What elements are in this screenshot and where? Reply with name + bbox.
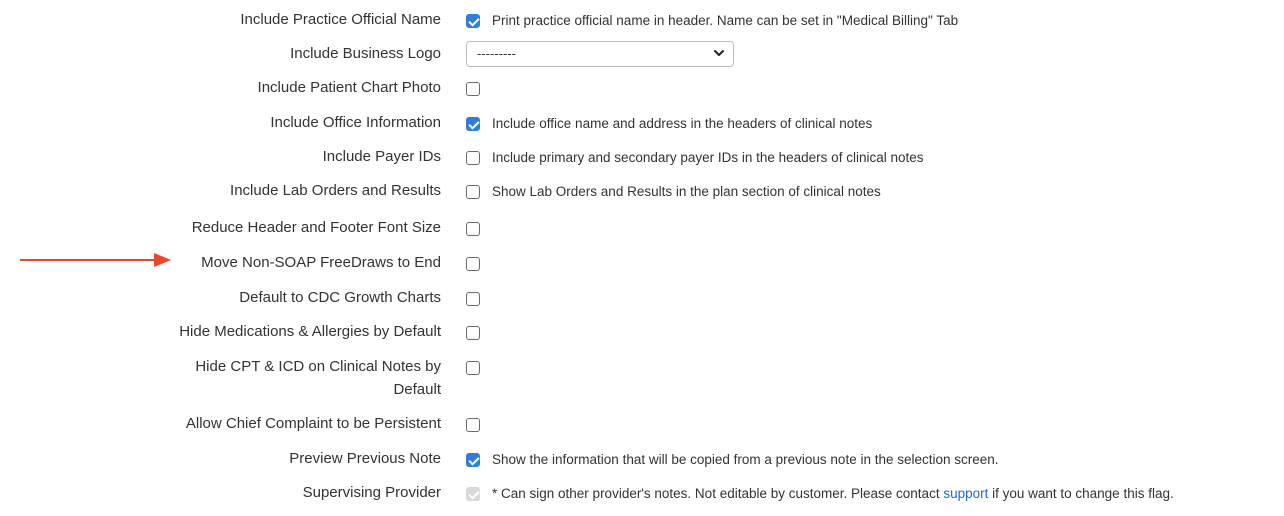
checkbox-allow-chief-complaint-persistent[interactable] [466, 418, 480, 432]
setting-help-text: Show Lab Orders and Results in the plan … [492, 184, 881, 199]
checkbox-preview-previous-note[interactable] [466, 453, 480, 467]
checkbox-include-payer-ids[interactable] [466, 151, 480, 165]
setting-label: Hide Medications & Allergies by Default [179, 323, 441, 340]
checkbox-include-lab-orders-results[interactable] [466, 185, 480, 199]
setting-label: Include Patient Chart Photo [257, 79, 441, 96]
chevron-down-icon [714, 50, 724, 56]
setting-label: Reduce Header and Footer Font Size [191, 219, 441, 236]
checkbox-include-office-information[interactable] [466, 117, 480, 131]
setting-control: Show Lab Orders and Results in the plan … [466, 183, 881, 201]
setting-label: Hide CPT & ICD on Clinical Notes by Defa… [141, 355, 441, 401]
setting-label: Include Payer IDs [322, 148, 441, 165]
setting-control [466, 359, 480, 377]
setting-control: * Can sign other provider's notes. Not e… [466, 485, 1174, 503]
setting-control: Include office name and address in the h… [466, 115, 872, 133]
setting-label: Default to CDC Growth Charts [239, 289, 441, 306]
select-value: --------- [477, 46, 516, 61]
setting-label: Preview Previous Note [289, 450, 441, 467]
setting-control [466, 324, 480, 342]
setting-control [466, 255, 480, 273]
setting-control [466, 290, 480, 308]
checkbox-hide-cpt-icd[interactable] [466, 361, 480, 375]
setting-control: Show the information that will be copied… [466, 451, 999, 469]
setting-help-text: Include office name and address in the h… [492, 116, 873, 131]
setting-label: Allow Chief Complaint to be Persistent [185, 415, 441, 432]
setting-help-text: Print practice official name in header. … [492, 13, 959, 28]
setting-help-text: Include primary and secondary payer IDs … [492, 150, 924, 165]
red-arrow-icon [20, 253, 171, 267]
setting-label-line: Default [393, 381, 441, 398]
business-logo-select[interactable]: --------- [466, 41, 734, 67]
checkbox-include-practice-official-name[interactable] [466, 14, 480, 28]
setting-label: Include Office Information [270, 114, 441, 131]
help-text-after: if you want to change this flag. [988, 486, 1174, 501]
setting-label: Include Business Logo [290, 45, 441, 62]
checkbox-move-non-soap-freedraws[interactable] [466, 257, 480, 271]
checkbox-reduce-header-footer-font-size[interactable] [466, 222, 480, 236]
note-settings-form: Include Practice Official Name Print pra… [0, 0, 1284, 516]
setting-label: Include Lab Orders and Results [230, 182, 441, 199]
setting-control [466, 416, 480, 434]
setting-label: Supervising Provider [302, 484, 441, 501]
checkbox-hide-medications-allergies[interactable] [466, 326, 480, 340]
setting-help-text: Show the information that will be copied… [492, 452, 999, 467]
setting-label-line: Hide CPT & ICD on Clinical Notes by [195, 358, 441, 375]
setting-control [466, 80, 480, 98]
setting-control: Print practice official name in header. … [466, 12, 958, 30]
support-link[interactable]: support [943, 486, 988, 501]
setting-control: Include primary and secondary payer IDs … [466, 149, 923, 167]
checkbox-default-cdc-growth-charts[interactable] [466, 292, 480, 306]
checkbox-supervising-provider [466, 487, 480, 501]
setting-control [466, 220, 480, 238]
setting-label: Include Practice Official Name [240, 11, 441, 28]
setting-label: Move Non-SOAP FreeDraws to End [201, 254, 441, 271]
setting-help-text: * Can sign other provider's notes. Not e… [492, 485, 1174, 503]
checkbox-include-patient-chart-photo[interactable] [466, 82, 480, 96]
help-text-before: * Can sign other provider's notes. Not e… [492, 486, 944, 501]
